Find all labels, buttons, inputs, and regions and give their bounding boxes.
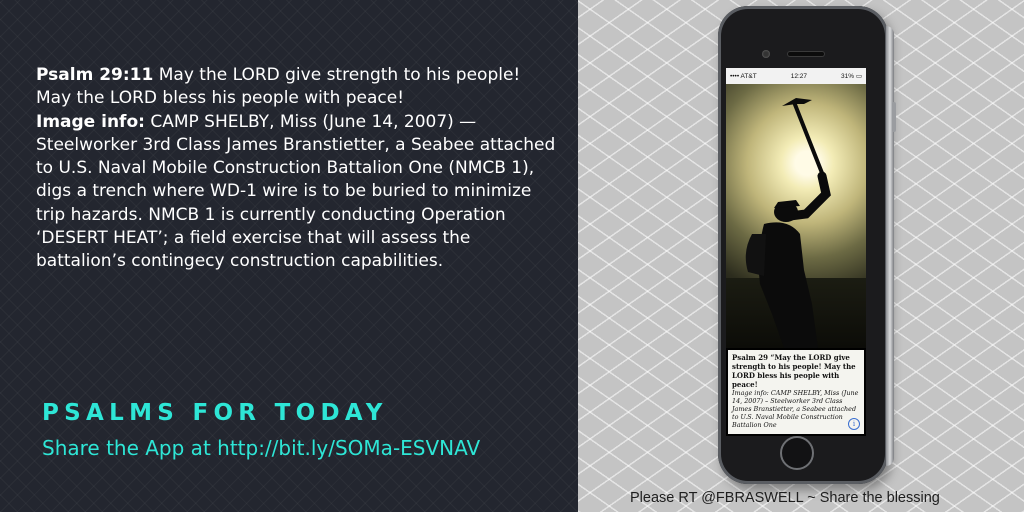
verse-panel: Psalm 29:11 May the LORD give strength t… [0, 0, 578, 512]
phone-mockup: •••• AT&T 12:27 31% ▭ Psalm 29 “May the … [718, 6, 896, 484]
image-info-text: CAMP SHELBY, Miss (June 14, 2007) — Stee… [36, 111, 556, 272]
info-icon[interactable]: i [848, 418, 860, 430]
caption-card: Psalm 29 “May the LORD give strength to … [728, 350, 864, 434]
phone-screen: •••• AT&T 12:27 31% ▭ Psalm 29 “May the … [726, 68, 866, 436]
status-bar: •••• AT&T 12:27 31% ▭ [726, 68, 866, 84]
share-link[interactable]: Share the App at http://bit.ly/SOMa-ESVN… [42, 436, 480, 460]
phone-edge [886, 26, 894, 466]
carrier-label: •••• AT&T [730, 72, 757, 80]
verse-reference: Psalm 29:11 [36, 65, 154, 85]
home-button[interactable] [780, 436, 814, 470]
image-info-label: Image info: [36, 111, 145, 132]
camera-icon [762, 50, 770, 58]
volume-button [892, 102, 896, 132]
seabee-photo [726, 84, 866, 348]
silhouette-image [745, 98, 831, 348]
caption-title: Psalm 29 “May the LORD give strength to … [732, 353, 856, 389]
retweet-footer: Please RT @FBRASWELL ~ Share the blessin… [630, 490, 940, 506]
battery-label: 31% ▭ [841, 73, 862, 80]
verse-text: Psalm 29:11 May the LORD give strength t… [36, 64, 556, 274]
clock-label: 12:27 [790, 72, 807, 80]
speaker-grille [788, 52, 824, 56]
phone-panel: •••• AT&T 12:27 31% ▭ Psalm 29 “May the … [578, 0, 1024, 512]
brand-title: PSALMS FOR TODAY [42, 400, 388, 426]
caption-info: Image info: CAMP SHELBY, Miss (June 14, … [732, 389, 859, 429]
